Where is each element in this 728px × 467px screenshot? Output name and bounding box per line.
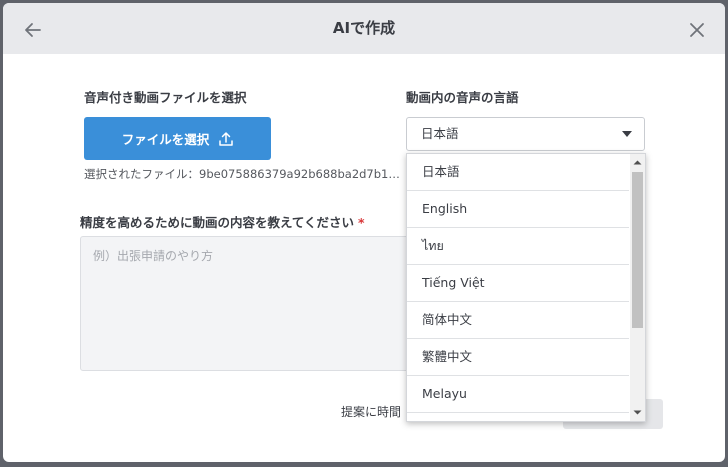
- content-label-text: 精度を高めるために動画の内容を教えてください: [80, 215, 355, 230]
- language-option-th[interactable]: ไทย: [407, 228, 629, 265]
- create-with-ai-dialog: AIで作成 音声付き動画ファイルを選択 ファイルを選択 選択されたファイル：9b…: [3, 3, 725, 462]
- language-option-ja[interactable]: 日本語: [407, 154, 629, 191]
- language-label: 動画内の音声の言語: [406, 90, 519, 105]
- language-select[interactable]: 日本語: [406, 117, 645, 151]
- language-dropdown-list: 日本語 English ไทย Tiếng Việt 简体中文 繁體中文 Mel…: [406, 153, 646, 422]
- select-file-button-label: ファイルを選択: [121, 132, 210, 147]
- required-mark: *: [358, 215, 365, 230]
- content-label: 精度を高めるために動画の内容を教えてください *: [80, 212, 365, 231]
- back-button[interactable]: [21, 18, 45, 42]
- selected-file-name: 選択されたファイル：9be075886379a92b688ba2d7b1…: [84, 167, 400, 181]
- dialog-title: AIで作成: [332, 19, 396, 37]
- caret-down-icon: [622, 131, 632, 137]
- scrollbar-thumb[interactable]: [632, 172, 643, 328]
- arrow-left-icon: [25, 23, 41, 37]
- dialog-header: AIで作成: [3, 3, 725, 54]
- content-placeholder: 例）出張申請のやり方: [93, 249, 214, 263]
- video-file-label: 音声付き動画ファイルを選択: [84, 90, 247, 105]
- language-option-vi[interactable]: Tiếng Việt: [407, 265, 629, 302]
- footer-hint: 提案に時間: [341, 405, 402, 419]
- dropdown-scrollbar[interactable]: [630, 154, 645, 421]
- content-description-input[interactable]: 例）出張申請のやり方: [80, 236, 410, 371]
- scroll-up-arrow-icon[interactable]: [633, 158, 642, 167]
- select-file-button[interactable]: ファイルを選択: [84, 117, 271, 160]
- language-option-en[interactable]: English: [407, 191, 629, 228]
- upload-icon: [219, 131, 233, 146]
- close-icon: [690, 23, 704, 37]
- language-select-value: 日本語: [421, 126, 459, 141]
- language-option-ms[interactable]: Melayu: [407, 376, 629, 413]
- close-button[interactable]: [685, 18, 709, 42]
- scroll-down-arrow-icon[interactable]: [633, 408, 642, 417]
- language-option-zh-hant[interactable]: 繁體中文: [407, 339, 629, 376]
- language-option-zh-hans[interactable]: 简体中文: [407, 302, 629, 339]
